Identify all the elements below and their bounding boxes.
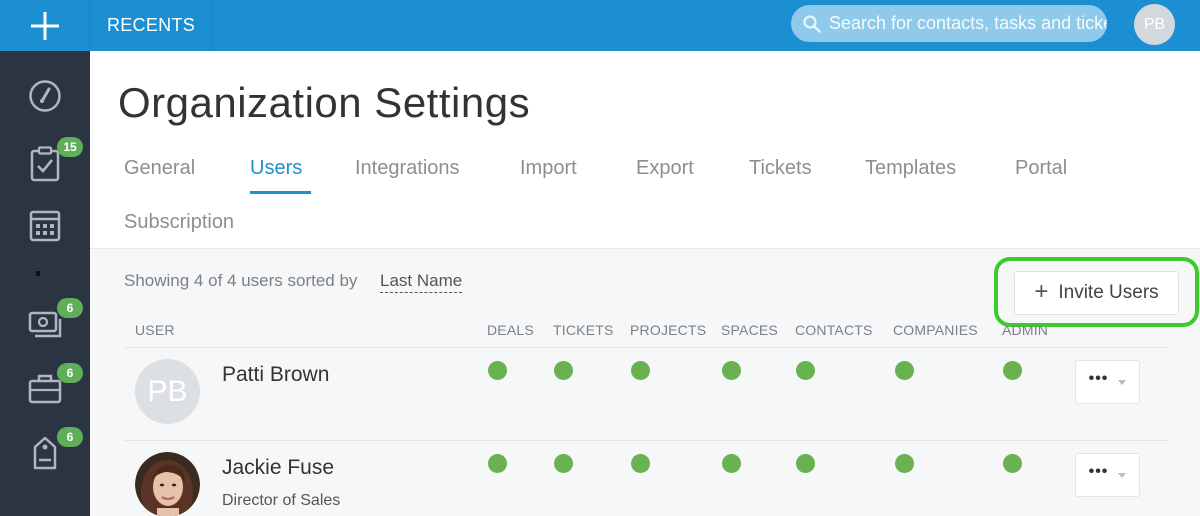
search-box[interactable] xyxy=(791,5,1107,42)
row-actions-button[interactable]: ••• xyxy=(1075,360,1140,404)
top-bar: RECENTS PB xyxy=(0,0,1200,51)
table-row: PB Patti Brown ••• xyxy=(90,347,1200,439)
tab-integrations[interactable]: Integrations xyxy=(355,157,460,180)
contacts-permission-dot xyxy=(796,361,815,380)
projects-count-badge: 6 xyxy=(57,363,83,383)
tasks-clipboard-icon xyxy=(30,146,60,182)
column-header-admin: ADMIN xyxy=(1002,322,1049,338)
tasks-count-badge: 15 xyxy=(57,137,83,157)
sidebar: 15 6 6 6 xyxy=(0,51,90,516)
column-header-projects: PROJECTS xyxy=(630,322,707,338)
user-avatar-menu[interactable]: PB xyxy=(1134,4,1175,45)
column-header-spaces: SPACES xyxy=(721,322,778,338)
projects-permission-dot xyxy=(631,361,650,380)
spaces-permission-dot xyxy=(722,454,741,473)
recents-menu[interactable]: RECENTS xyxy=(91,0,212,51)
admin-permission-dot xyxy=(1003,361,1022,380)
more-icon: ••• xyxy=(1088,370,1109,387)
column-header-user: USER xyxy=(135,322,175,338)
page-title: Organization Settings xyxy=(118,79,531,126)
tab-portal[interactable]: Portal xyxy=(1015,157,1067,180)
more-icon: ••• xyxy=(1088,463,1109,480)
user-name[interactable]: Patti Brown xyxy=(222,363,329,387)
sort-field-dropdown[interactable]: Last Name xyxy=(380,271,463,293)
tab-export[interactable]: Export xyxy=(636,157,694,180)
deals-money-icon xyxy=(28,311,62,338)
chevron-down-icon xyxy=(1118,472,1127,478)
search-input[interactable] xyxy=(829,5,1107,42)
tickets-count-badge: 6 xyxy=(57,427,83,447)
admin-permission-dot xyxy=(1003,454,1022,473)
contacts-permission-dot xyxy=(796,454,815,473)
tab-import[interactable]: Import xyxy=(520,157,577,180)
tab-templates[interactable]: Templates xyxy=(865,157,956,180)
dashboard-icon xyxy=(29,80,61,112)
column-header-companies: COMPANIES xyxy=(893,322,978,338)
invite-users-label: Invite Users xyxy=(1058,282,1159,303)
companies-permission-dot xyxy=(895,361,914,380)
quick-add-button[interactable] xyxy=(0,0,90,51)
tickets-tag-icon xyxy=(33,436,57,470)
sidebar-item-dashboard[interactable] xyxy=(0,79,90,113)
tickets-permission-dot xyxy=(554,454,573,473)
projects-permission-dot xyxy=(631,454,650,473)
calendar-icon xyxy=(29,210,61,242)
tab-general[interactable]: General xyxy=(124,157,195,180)
tab-users[interactable]: Users xyxy=(250,157,302,180)
tab-subscription[interactable]: Subscription xyxy=(124,211,234,234)
active-tab-indicator xyxy=(250,191,311,194)
deals-permission-dot xyxy=(488,454,507,473)
deals-count-badge: 6 xyxy=(57,298,83,318)
column-header-deals: DEALS xyxy=(487,322,534,338)
users-panel: Showing 4 of 4 users sorted by Last Name… xyxy=(90,248,1200,516)
plus-icon xyxy=(30,11,59,40)
users-count-text: Showing 4 of 4 users sorted by xyxy=(124,271,358,290)
user-job-title: Director of Sales xyxy=(222,492,341,509)
avatar xyxy=(135,452,200,516)
table-row: Jackie Fuse Director of Sales ••• xyxy=(90,440,1200,516)
column-header-contacts: CONTACTS xyxy=(795,322,873,338)
spaces-permission-dot xyxy=(722,361,741,380)
row-actions-button[interactable]: ••• xyxy=(1075,453,1140,497)
user-name[interactable]: Jackie Fuse xyxy=(222,456,334,480)
search-icon xyxy=(803,15,821,33)
column-header-tickets: TICKETS xyxy=(553,322,614,338)
deals-permission-dot xyxy=(488,361,507,380)
sidebar-item-calendar[interactable] xyxy=(0,209,90,243)
avatar: PB xyxy=(135,359,200,424)
main-content: Organization Settings General Users Inte… xyxy=(90,51,1200,516)
tab-tickets[interactable]: Tickets xyxy=(749,157,812,180)
sidebar-separator xyxy=(36,271,40,276)
tickets-permission-dot xyxy=(554,361,573,380)
plus-icon: + xyxy=(1034,278,1049,305)
chevron-down-icon xyxy=(1118,379,1127,385)
invite-users-button[interactable]: + Invite Users xyxy=(1014,271,1179,315)
companies-permission-dot xyxy=(895,454,914,473)
